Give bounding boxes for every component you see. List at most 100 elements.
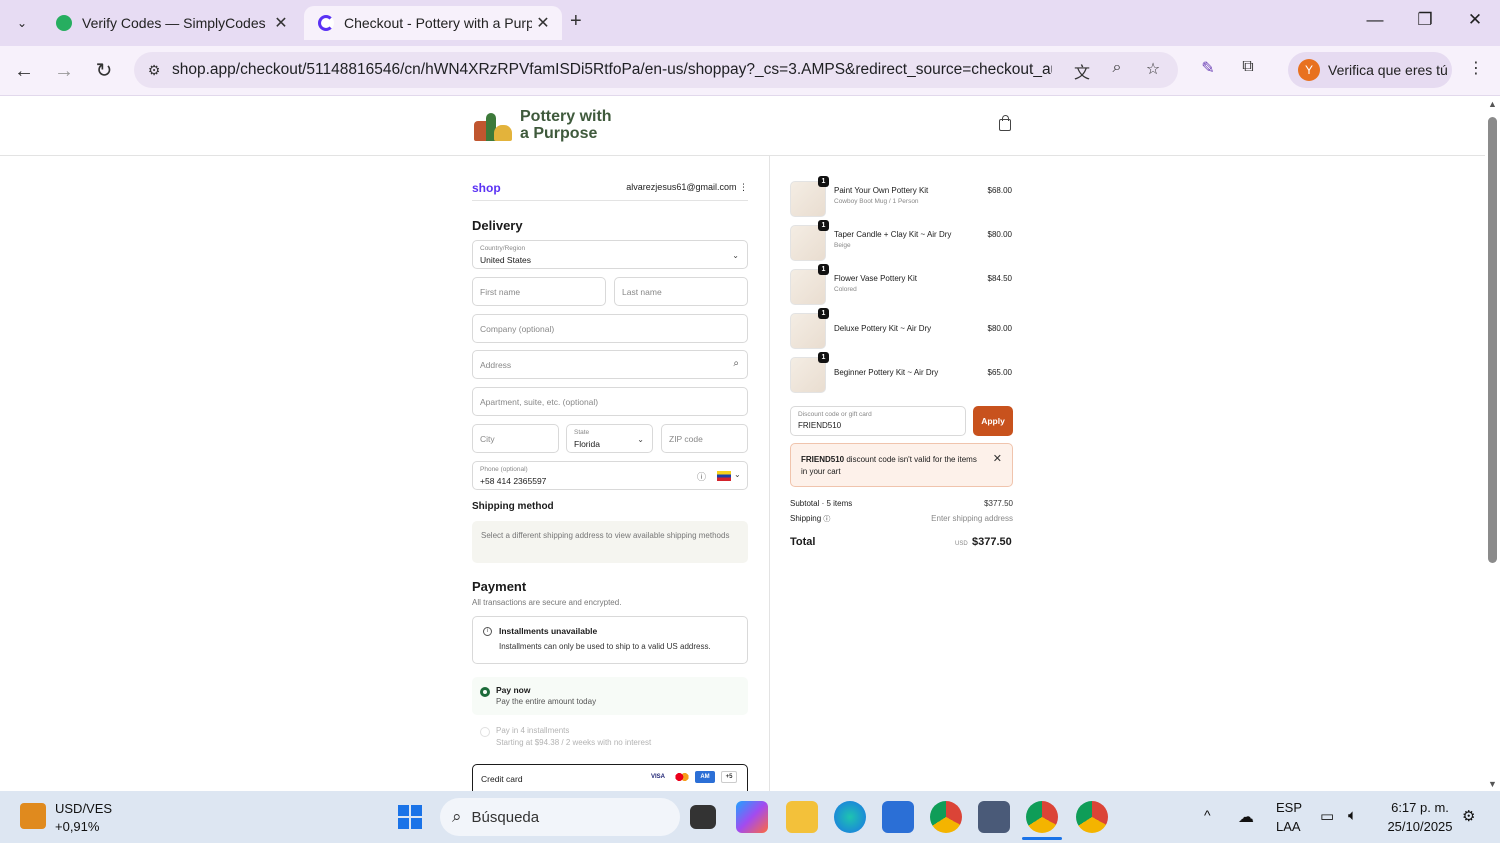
store-icon[interactable] (882, 801, 914, 833)
zip-field[interactable]: ZIP code (661, 424, 748, 453)
company-field[interactable]: Company (optional) (472, 314, 748, 343)
browser-toolbar: ← → ↻ ⚙ shop.app/checkout/51148816546/cn… (0, 46, 1500, 96)
first-name-field[interactable]: First name (472, 277, 606, 306)
restore-icon[interactable]: ❐ (1410, 10, 1440, 30)
visa-icon: VISA (649, 771, 667, 783)
currency-widget-icon[interactable] (20, 803, 46, 829)
last-name-field[interactable]: Last name (614, 277, 748, 306)
notifications-icon[interactable]: ⚙ (1462, 807, 1475, 825)
volume-icon[interactable]: 🔈︎ (1348, 807, 1357, 824)
more-cards-badge: +5 (721, 771, 737, 783)
back-button[interactable]: ← (10, 58, 38, 84)
list-item: 1 Flower Vase Pottery Kit Colored $84.50 (790, 264, 1014, 309)
chrome-active-icon[interactable] (1026, 801, 1058, 833)
total-currency: USD (955, 541, 968, 547)
venezuela-flag-icon[interactable] (717, 471, 731, 481)
country-label: Country/Region (480, 245, 526, 252)
apply-discount-button[interactable]: Apply (973, 406, 1013, 436)
pay-now-option[interactable]: Pay now Pay the entire amount today (472, 677, 748, 715)
widget-value: +0,91% (55, 819, 100, 834)
credit-card-option[interactable]: Credit card VISA AM +5 (472, 764, 748, 791)
chrome-icon[interactable] (930, 801, 962, 833)
shipping-method-heading: Shipping method (472, 501, 554, 512)
close-tab-icon[interactable]: ✕ (270, 13, 292, 33)
app-icon[interactable] (978, 801, 1010, 833)
forward-button[interactable]: → (50, 58, 78, 84)
discount-code-input[interactable]: Discount code or gift card FRIEND510 (790, 406, 966, 436)
city-field[interactable]: City (472, 424, 559, 453)
tab-search-button[interactable]: ⌄ (8, 10, 36, 36)
help-icon[interactable]: ⓘ (697, 470, 706, 483)
tab-simplycodes[interactable]: Verify Codes — SimplyCodes ✕ (42, 6, 300, 40)
amex-icon: AM (695, 771, 715, 783)
profile-button[interactable]: Y Verifica que eres tú (1288, 52, 1452, 88)
pay-now-radio[interactable] (480, 687, 490, 697)
file-explorer-icon[interactable] (786, 801, 818, 833)
chrome-profile-icon[interactable] (1076, 801, 1108, 833)
close-icon[interactable]: ✕ (993, 452, 1002, 465)
clock-date[interactable]: 25/10/2025 (1380, 819, 1460, 834)
more-options-icon[interactable]: ⋮ (739, 182, 748, 192)
taskbar-search[interactable]: ⌕ Búsqueda (440, 798, 680, 836)
language-region[interactable]: LAA (1276, 819, 1301, 834)
pay-in-4-option[interactable]: Pay in 4 installments Starting at $94.38… (472, 722, 748, 754)
extensions-puzzle-icon[interactable]: ⧉ (1234, 58, 1262, 76)
country-select[interactable]: Country/Region United States ⌄ (472, 240, 748, 269)
page-scrollbar[interactable]: ▲ ▼ (1485, 97, 1500, 791)
chevron-down-icon[interactable]: ⌄ (734, 470, 741, 479)
shipping-label: Shipping ⓘ (790, 514, 831, 523)
store-logo[interactable]: Pottery with a Purpose (472, 107, 612, 143)
url-text[interactable]: shop.app/checkout/51148816546/cn/hWN4XRz… (172, 61, 1052, 79)
payment-heading: Payment (472, 579, 527, 594)
tab-checkout[interactable]: Checkout - Pottery with a Purpose ✕ (304, 6, 562, 40)
active-indicator (1022, 837, 1062, 840)
account-email[interactable]: alvarezjesus61@gmail.com ⋮ (620, 182, 748, 193)
pay-in-4-radio[interactable] (480, 727, 490, 737)
installments-text: Installments can only be used to ship to… (499, 642, 711, 651)
shopping-bag-icon[interactable] (999, 115, 1011, 131)
address-placeholder: Address (480, 360, 512, 370)
site-info-icon[interactable]: ⚙ (142, 62, 166, 79)
search-icon: ⌕ (733, 358, 739, 369)
clock-time[interactable]: 6:17 p. m. (1380, 800, 1460, 815)
close-window-icon[interactable]: ✕ (1460, 10, 1490, 30)
checkout-form: shop alvarezjesus61@gmail.com ⋮ Delivery… (0, 156, 770, 791)
reload-button[interactable]: ↻ (90, 58, 118, 84)
browser-menu-icon[interactable]: ⋮ (1462, 58, 1490, 78)
subtotal-value: $377.50 (984, 499, 1013, 508)
task-view-icon[interactable] (690, 805, 716, 829)
profile-label: Verifica que eres tú (1328, 62, 1448, 78)
minimize-icon[interactable]: — (1360, 10, 1390, 30)
translate-icon[interactable]: 文 (1070, 59, 1094, 83)
quantity-badge: 1 (818, 352, 829, 363)
bookmark-star-icon[interactable]: ☆ (1141, 59, 1165, 79)
shop-header: Pottery with a Purpose (0, 97, 1485, 156)
new-tab-button[interactable]: + (570, 10, 582, 33)
network-icon[interactable]: ▭ (1320, 807, 1334, 825)
apartment-field[interactable]: Apartment, suite, etc. (optional) (472, 387, 748, 416)
pen-extension-icon[interactable]: ✎ (1194, 58, 1222, 78)
product-price: $80.00 (987, 230, 1012, 239)
cloud-icon[interactable]: ☁ (1238, 807, 1254, 827)
zoom-icon[interactable]: ⌕ (1105, 59, 1129, 77)
widget-title[interactable]: USD/VES (55, 801, 112, 816)
address-field[interactable]: Address ⌕ (472, 350, 748, 379)
scrollbar-thumb[interactable] (1488, 117, 1497, 563)
copilot-icon[interactable] (736, 801, 768, 833)
phone-field[interactable]: Phone (optional) +58 414 2365597 ⓘ ⌄ (472, 461, 748, 490)
credit-card-label: Credit card (481, 774, 523, 784)
windows-start-icon[interactable] (398, 805, 422, 829)
product-price: $68.00 (987, 186, 1012, 195)
edge-icon[interactable] (834, 801, 866, 833)
language-code[interactable]: ESP (1276, 800, 1302, 815)
address-bar[interactable]: ⚙ shop.app/checkout/51148816546/cn/hWN4X… (134, 52, 1178, 88)
phone-value: +58 414 2365597 (480, 476, 547, 486)
discount-value: FRIEND510 (798, 421, 842, 430)
error-code: FRIEND510 (801, 455, 845, 464)
scroll-down-icon[interactable]: ▼ (1488, 779, 1497, 789)
close-tab-icon[interactable]: ✕ (532, 13, 554, 33)
chevron-up-icon[interactable]: ^ (1204, 807, 1211, 823)
scroll-up-icon[interactable]: ▲ (1488, 99, 1497, 109)
state-select[interactable]: State Florida ⌄ (566, 424, 653, 453)
product-name: Beginner Pottery Kit ~ Air Dry (834, 368, 939, 377)
